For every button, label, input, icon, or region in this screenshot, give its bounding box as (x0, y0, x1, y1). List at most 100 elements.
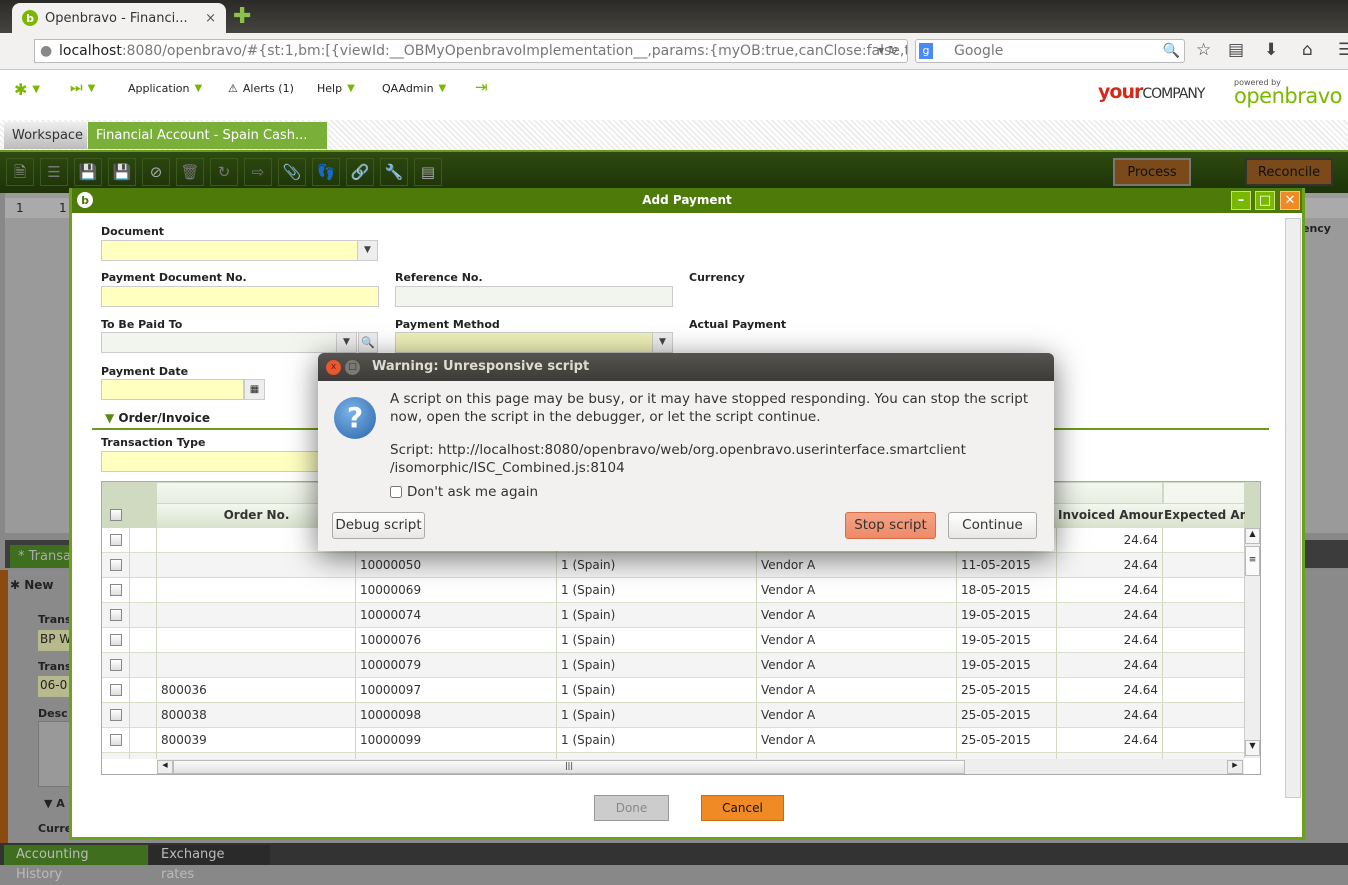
chevron-down-icon[interactable]: ▼ (357, 241, 377, 260)
order-invoice-section[interactable]: ▼ Order/Invoice (105, 411, 210, 425)
search-icon[interactable]: 🔍 (358, 332, 378, 353)
table-row[interactable]: 800036 10000097 1 (Spain) Vendor A 25-05-201… (102, 678, 1244, 703)
create-new-icon[interactable]: ✱ ▼ (14, 80, 40, 99)
tools-icon[interactable]: 🔧 (380, 158, 408, 186)
cell-org: 1 (Spain) (557, 553, 757, 578)
section-label: Order/Invoice (118, 411, 211, 425)
close-icon[interactable]: x (326, 360, 341, 375)
new-row-icon[interactable]: ☰ (40, 158, 68, 186)
new-document-icon[interactable]: 🗎 (6, 158, 34, 186)
logout-icon[interactable]: ⇥ (475, 78, 488, 96)
header-expected-amount[interactable]: Expected Am (1163, 503, 1245, 528)
select-all-checkbox[interactable] (102, 503, 130, 528)
debug-script-button[interactable]: Debug script (332, 512, 425, 539)
continue-button[interactable]: Continue (948, 512, 1037, 539)
reading-list-icon[interactable]: ▤ (1228, 40, 1244, 60)
payment-doc-no-label: Payment Document No. (101, 271, 247, 284)
cell-spacer (130, 678, 157, 703)
payment-date-field[interactable] (101, 379, 244, 400)
table-row[interactable]: 10000079 1 (Spain) Vendor A 19-05-2015 24.64… (102, 653, 1244, 678)
cell-expected: 24.64 (1163, 653, 1244, 678)
calendar-icon[interactable]: ▦ (244, 379, 265, 400)
cell-order (157, 578, 356, 603)
application-menu[interactable]: Application ▼ (128, 82, 202, 95)
search-input[interactable]: g Google 🔍 (915, 39, 1185, 63)
undo-icon[interactable]: ⊘ (142, 158, 170, 186)
chevron-down-icon[interactable]: ▼ (652, 333, 672, 352)
warning-title: Warning: Unresponsive script (372, 359, 590, 374)
table-row[interactable]: 800039 10000099 1 (Spain) Vendor A 25-05-201… (102, 728, 1244, 753)
table-row[interactable]: 10000050 1 (Spain) Vendor A 11-05-2015 24.64… (102, 553, 1244, 578)
export-icon[interactable]: ⇨ (244, 158, 272, 186)
row-checkbox[interactable] (102, 553, 130, 578)
minimize-icon[interactable]: – (1231, 191, 1251, 210)
link-icon[interactable]: 🔗 (346, 158, 374, 186)
user-menu[interactable]: QAAdmin ▼ (382, 82, 446, 95)
row-checkbox[interactable] (102, 753, 130, 759)
quick-launch-icon[interactable]: ⏭ ▼ (70, 80, 95, 96)
browser-tab[interactable]: b Openbravo - Financi... × (12, 3, 226, 33)
close-icon[interactable]: ✕ (1280, 191, 1300, 210)
reference-no-field[interactable] (395, 286, 673, 307)
cancel-button[interactable]: Cancel (701, 795, 784, 821)
bg-label: Trans (38, 660, 72, 673)
grid-vertical-scrollbar[interactable]: ▲ ≡ ▼ (1244, 528, 1260, 758)
row-checkbox[interactable] (102, 703, 130, 728)
cell-bp: Vendor A (757, 728, 957, 753)
row-checkbox[interactable] (102, 528, 130, 553)
process-button[interactable]: Process (1113, 158, 1191, 186)
home-icon[interactable]: ⌂ (1302, 40, 1313, 60)
maximize-icon[interactable]: □ (1255, 191, 1275, 210)
alerts-link[interactable]: ⚠ Alerts (1) (228, 82, 294, 95)
save-close-icon[interactable]: 💾 (108, 158, 136, 186)
cell-invoiced: 24.64 (1057, 653, 1163, 678)
minimize-icon[interactable]: □ (345, 360, 360, 375)
tab-exchange-rates[interactable]: Exchange rates (149, 845, 270, 882)
layout-icon[interactable]: ▤ (414, 158, 442, 186)
refresh-icon[interactable]: ↻ (210, 158, 238, 186)
tab-financial-account[interactable]: Financial Account - Spain Cash... × (88, 122, 327, 169)
cell-invoiced: 24.64 (1057, 578, 1163, 603)
row-checkbox[interactable] (102, 628, 130, 653)
row-checkbox[interactable] (102, 678, 130, 703)
document-select[interactable]: ▼ (101, 240, 378, 261)
cell-spacer (130, 728, 157, 753)
dialog-scrollbar[interactable] (1285, 218, 1301, 798)
table-row[interactable]: 800038 10000098 1 (Spain) Vendor A 25-05-201… (102, 703, 1244, 728)
audit-trail-icon[interactable]: 👣 (312, 158, 340, 186)
attachment-icon[interactable]: 📎 (278, 158, 306, 186)
cell-bp: Vendor A (757, 578, 957, 603)
dont-ask-checkbox[interactable]: Don't ask me again (390, 483, 538, 501)
row-checkbox[interactable] (102, 653, 130, 678)
download-icon[interactable]: ⬇ (1264, 40, 1278, 60)
save-icon[interactable]: 💾 (74, 158, 102, 186)
tab-workspace[interactable]: Workspace (4, 122, 87, 149)
reconcile-button[interactable]: Reconcile (1245, 158, 1333, 186)
menu-icon[interactable]: ☰ (1338, 40, 1348, 60)
delete-icon[interactable]: 🗑 (176, 158, 204, 186)
tab-accounting-history[interactable]: Accounting History (4, 845, 148, 882)
help-menu[interactable]: Help ▼ (317, 82, 355, 95)
grid-horizontal-scrollbar[interactable]: ◀ ||| ▶ (157, 759, 1244, 774)
close-tab-icon[interactable]: × (205, 11, 216, 26)
search-icon[interactable]: 🔍 (1163, 40, 1180, 62)
bookmark-star-icon[interactable]: ☆ (1196, 40, 1211, 60)
url-bar[interactable]: ● localhost:8080/openbravo/#{st:1,bm:[{v… (34, 39, 908, 63)
stop-script-button[interactable]: Stop script (845, 512, 936, 539)
payment-method-label: Payment Method (395, 318, 500, 331)
chevron-down-icon[interactable]: ▼ (336, 333, 356, 352)
done-button[interactable]: Done (594, 795, 669, 821)
to-be-paid-to-field[interactable]: ▼ (101, 332, 357, 353)
payment-method-select[interactable]: ▼ (395, 332, 673, 353)
row-checkbox[interactable] (102, 603, 130, 628)
table-row[interactable]: 10000076 1 (Spain) Vendor A 19-05-2015 24.64… (102, 628, 1244, 653)
cell-spacer (130, 553, 157, 578)
payment-doc-no-field[interactable] (101, 286, 379, 307)
url-dropdown-icon[interactable]: ▾ ↻ (878, 43, 898, 57)
table-row[interactable]: 10000074 1 (Spain) Vendor A 19-05-2015 24.64… (102, 603, 1244, 628)
header-invoiced-amount[interactable]: Invoiced Amount (1057, 503, 1163, 528)
row-checkbox[interactable] (102, 578, 130, 603)
row-checkbox[interactable] (102, 728, 130, 753)
table-row[interactable]: 10000069 1 (Spain) Vendor A 18-05-2015 24.64… (102, 578, 1244, 603)
new-tab-icon[interactable]: ✚ (233, 4, 251, 29)
